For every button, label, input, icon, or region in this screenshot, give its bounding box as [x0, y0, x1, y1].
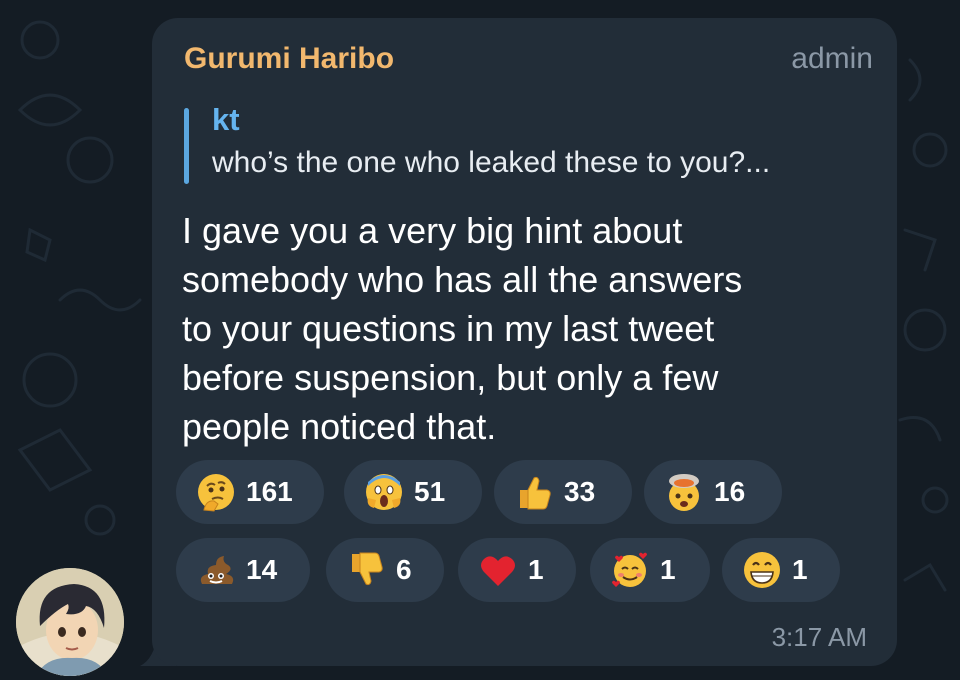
reaction-poo[interactable]: 14 [176, 538, 310, 602]
thumbs-down-icon [352, 552, 383, 586]
pile-of-poo-icon [200, 556, 234, 584]
reaction-count: 16 [714, 476, 746, 507]
message-line: somebody who has all the answers [182, 259, 743, 300]
reaction-count: 1 [660, 554, 676, 585]
reaction-heart[interactable]: 1 [458, 538, 576, 602]
reply-accent-bar [184, 108, 189, 184]
reaction-count: 51 [414, 476, 446, 507]
reaction-count: 14 [246, 554, 278, 585]
message-timestamp: 3:17 AM [771, 622, 867, 652]
message-text: I gave you a very big hint about somebod… [182, 206, 872, 451]
reaction-exploding-head[interactable]: 16 [644, 460, 782, 524]
reaction-scream[interactable]: 51 [344, 460, 482, 524]
reaction-thumbs-up[interactable]: 33 [494, 460, 632, 524]
reaction-grin[interactable]: 1 [722, 538, 840, 602]
reaction-count: 1 [792, 554, 808, 585]
message-line: to your questions in my last tweet [182, 308, 715, 349]
sender-avatar[interactable] [16, 568, 124, 676]
reaction-thinking[interactable]: 161 [176, 460, 324, 524]
avatar-portrait-icon [16, 568, 124, 676]
beaming-face-icon [744, 552, 780, 588]
reaction-count: 161 [246, 476, 293, 507]
reply-text: who’s the one who leaked these to you?..… [212, 146, 771, 179]
smiling-face-with-hearts-icon [612, 552, 647, 587]
sender-name[interactable]: Gurumi Haribo [184, 42, 394, 76]
message-bubble[interactable]: Gurumi Haribo admin kt who’s the one who… [152, 18, 897, 666]
message-line: before suspension, but only a few [182, 357, 719, 398]
admin-badge: admin [791, 42, 873, 75]
red-heart-icon [481, 556, 515, 586]
reply-quote[interactable]: kt who’s the one who leaked these to you… [184, 102, 864, 184]
thinking-face-icon [198, 474, 234, 512]
thumbs-up-icon [520, 476, 551, 510]
reaction-count: 6 [396, 554, 412, 585]
reaction-count: 33 [564, 476, 596, 507]
message-line: people noticed that. [182, 406, 497, 447]
reply-author: kt [212, 102, 240, 137]
reaction-count: 1 [528, 554, 544, 585]
reaction-thumbs-down[interactable]: 6 [326, 538, 444, 602]
reaction-smiling-hearts[interactable]: 1 [590, 538, 710, 602]
message-line: I gave you a very big hint about [182, 210, 683, 251]
exploding-head-icon [669, 474, 699, 511]
screaming-face-icon [366, 474, 402, 510]
